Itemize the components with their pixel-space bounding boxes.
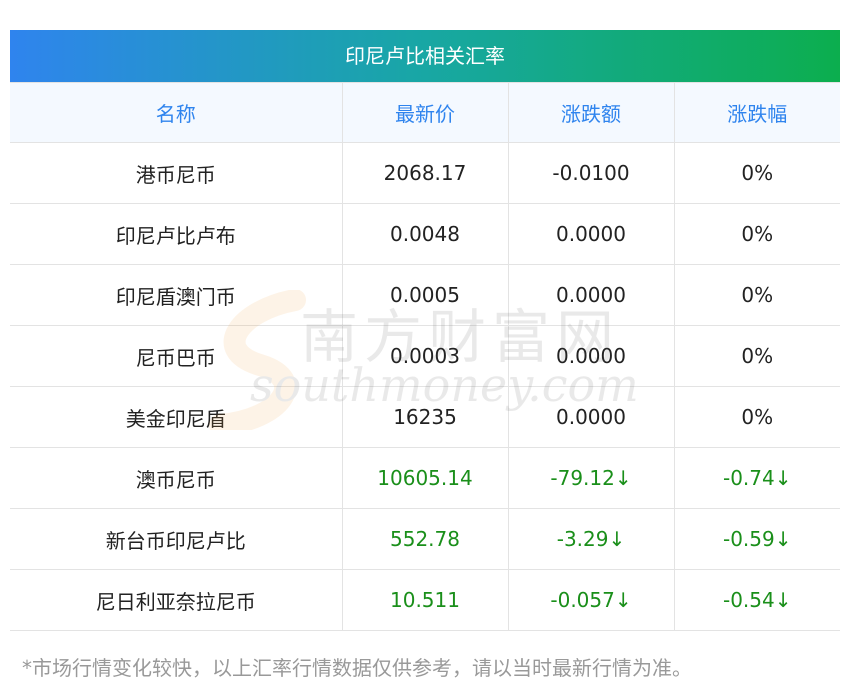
cell-name: 尼日利亚奈拉尼币 <box>10 569 343 631</box>
header-price: 最新价 <box>341 82 509 143</box>
footnote: *市场行情变化较快，以上汇率行情数据仅供参考，请以当时最新行情为准。 <box>22 656 692 680</box>
cell-price: 0.0005 <box>341 264 509 326</box>
cell-percent: -0.54↓ <box>673 569 840 631</box>
cell-price: 0.0003 <box>341 325 509 387</box>
cell-change: 0.0000 <box>507 325 675 387</box>
cell-name: 澳币尼币 <box>10 447 343 509</box>
cell-percent: 0% <box>673 386 840 448</box>
rates-panel: 印尼卢比相关汇率 名称 最新价 涨跌额 涨跌幅 港币尼币 2068.17 -0.01… <box>10 30 840 631</box>
cell-change: -79.12↓ <box>507 447 675 509</box>
cell-price: 10605.14 <box>341 447 509 509</box>
table-row: 新台币印尼卢比 552.78 -3.29↓ -0.59↓ <box>10 508 840 570</box>
cell-name: 印尼卢比卢布 <box>10 203 343 265</box>
table-row: 港币尼币 2068.17 -0.0100 0% <box>10 142 840 204</box>
cell-percent: 0% <box>673 264 840 326</box>
header-percent: 涨跌幅 <box>673 82 840 143</box>
table-row: 印尼盾澳门币 0.0005 0.0000 0% <box>10 264 840 326</box>
table-header-row: 名称 最新价 涨跌额 涨跌幅 <box>10 82 840 143</box>
cell-name: 美金印尼盾 <box>10 386 343 448</box>
cell-price: 16235 <box>341 386 509 448</box>
cell-percent: 0% <box>673 142 840 204</box>
header-change: 涨跌额 <box>507 82 675 143</box>
rates-table: 名称 最新价 涨跌额 涨跌幅 港币尼币 2068.17 -0.0100 0% 印尼卢比卢… <box>10 82 840 631</box>
cell-price: 0.0048 <box>341 203 509 265</box>
table-row: 澳币尼币 10605.14 -79.12↓ -0.74↓ <box>10 447 840 509</box>
cell-name: 港币尼币 <box>10 142 343 204</box>
cell-change: -0.057↓ <box>507 569 675 631</box>
cell-change: -3.29↓ <box>507 508 675 570</box>
cell-price: 552.78 <box>341 508 509 570</box>
cell-change: -0.0100 <box>507 142 675 204</box>
cell-price: 10.511 <box>341 569 509 631</box>
cell-percent: -0.74↓ <box>673 447 840 509</box>
cell-change: 0.0000 <box>507 203 675 265</box>
table-row: 尼币巴币 0.0003 0.0000 0% <box>10 325 840 387</box>
panel-title: 印尼卢比相关汇率 <box>10 30 840 82</box>
cell-change: 0.0000 <box>507 264 675 326</box>
cell-name: 尼币巴币 <box>10 325 343 387</box>
table-row: 美金印尼盾 16235 0.0000 0% <box>10 386 840 448</box>
cell-price: 2068.17 <box>341 142 509 204</box>
cell-name: 印尼盾澳门币 <box>10 264 343 326</box>
table-row: 印尼卢比卢布 0.0048 0.0000 0% <box>10 203 840 265</box>
cell-percent: 0% <box>673 325 840 387</box>
cell-name: 新台币印尼卢比 <box>10 508 343 570</box>
cell-percent: 0% <box>673 203 840 265</box>
cell-change: 0.0000 <box>507 386 675 448</box>
cell-percent: -0.59↓ <box>673 508 840 570</box>
header-name: 名称 <box>10 82 343 143</box>
table-row: 尼日利亚奈拉尼币 10.511 -0.057↓ -0.54↓ <box>10 569 840 631</box>
